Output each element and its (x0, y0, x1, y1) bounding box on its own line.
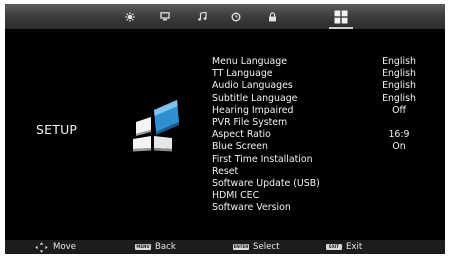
menu-item-hearing-impaired[interactable]: Hearing Impaired Off (212, 105, 422, 117)
move-label: Move (53, 242, 77, 252)
picture-icon (125, 11, 135, 22)
menu-item-label: Aspect Ratio (212, 129, 271, 141)
select-label: Select (253, 242, 280, 252)
menu-item-label: Blue Screen (212, 141, 268, 153)
menu-item-label: Subtitle Language (212, 92, 298, 104)
navigation-arrows-icon (35, 241, 48, 253)
key-hint-bar: Move MENU Back ENTER Select EXIT Exit (5, 240, 445, 254)
menu-item-menu-language[interactable]: Menu Language English (212, 56, 422, 68)
music-note-icon (197, 12, 207, 21)
menu-item-hdmi-cec[interactable]: HDMI CEC (212, 190, 422, 202)
clock-icon (231, 12, 241, 21)
menu-item-value: On (392, 141, 406, 153)
menu-item-label: Software Version (212, 202, 291, 214)
menu-item-audio-languages[interactable]: Audio Languages English (212, 80, 422, 92)
menu-item-label: PVR File System (212, 116, 288, 128)
enter-key-icon: ENTER (233, 244, 249, 250)
tab-channel[interactable] (151, 4, 179, 29)
hint-back: MENU Back (135, 240, 176, 254)
hint-move: Move (35, 240, 76, 254)
tab-setup[interactable] (327, 4, 355, 29)
menu-item-reset[interactable]: Reset (212, 166, 422, 178)
hint-select: ENTER Select (233, 240, 280, 254)
menu-item-aspect-ratio[interactable]: Aspect Ratio 16:9 (212, 129, 422, 141)
menu-item-label: Menu Language (212, 56, 287, 67)
menu-item-tt-language[interactable]: TT Language English (212, 68, 422, 80)
category-tab-bar (5, 4, 445, 29)
exit-label: Exit (346, 242, 363, 252)
setup-logo-icon (133, 100, 179, 152)
menu-item-label: Software Update (USB) (212, 177, 320, 189)
menu-item-value: Off (392, 104, 406, 116)
menu-item-label: TT Language (212, 68, 273, 80)
tab-lock[interactable] (258, 4, 286, 29)
menu-item-label: HDMI CEC (212, 190, 260, 202)
menu-item-label: Reset (212, 165, 239, 177)
tv-screen: SETUP Menu Language English TT Language Eng… (5, 4, 445, 254)
menu-item-label: First Time Installation (212, 153, 313, 165)
menu-item-value: English (382, 80, 416, 92)
menu-item-value: English (382, 56, 416, 67)
tab-sound[interactable] (188, 4, 216, 29)
menu-item-value: 16:9 (388, 129, 410, 141)
menu-item-subtitle-language[interactable]: Subtitle Language English (212, 93, 422, 105)
menu-item-label: Audio Languages (212, 80, 293, 92)
menu-item-label: Hearing Impaired (212, 104, 294, 116)
monitor-icon (160, 12, 170, 21)
menu-item-pvr-file-system[interactable]: PVR File System (212, 117, 422, 129)
setup-grid-icon (334, 10, 348, 23)
tab-time[interactable] (222, 4, 250, 29)
hint-exit: EXIT Exit (326, 240, 362, 254)
lock-icon (268, 11, 276, 21)
menu-item-value: English (382, 92, 416, 104)
menu-item-software-update-usb[interactable]: Software Update (USB) (212, 178, 422, 190)
menu-item-software-version[interactable]: Software Version (212, 202, 422, 214)
setup-menu-list: Menu Language English TT Language English Au… (212, 56, 422, 214)
menu-item-blue-screen[interactable]: Blue Screen On (212, 141, 422, 153)
tab-picture[interactable] (116, 4, 144, 29)
menu-item-value: English (382, 68, 416, 80)
page-title: SETUP (36, 122, 78, 137)
menu-item-first-time-installation[interactable]: First Time Installation (212, 154, 422, 166)
exit-key-icon: EXIT (326, 244, 342, 250)
menu-key-icon: MENU (135, 244, 151, 250)
back-label: Back (155, 242, 176, 252)
